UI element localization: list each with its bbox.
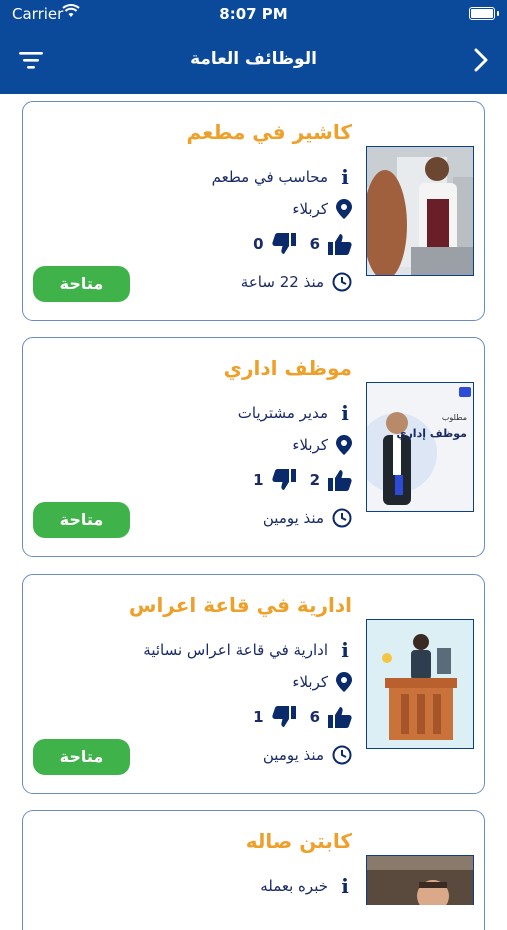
availability-button[interactable]: متاحة xyxy=(33,739,130,775)
thumb-caption-main: موظف إداري xyxy=(396,427,467,440)
job-image: مطلوب موظف إداري xyxy=(366,382,474,512)
job-posted: منذ يومين xyxy=(262,509,324,527)
thumbs-down-icon[interactable] xyxy=(271,706,296,728)
job-posted: منذ 22 ساعة xyxy=(240,273,324,291)
availability-button[interactable]: متاحة xyxy=(33,502,130,538)
clock-icon xyxy=(332,272,352,292)
job-title: موظف اداري xyxy=(223,356,352,380)
job-posted-row: منذ يومين xyxy=(263,508,352,532)
job-title: ادارية في قاعة اعراس xyxy=(128,593,352,617)
info-icon: i xyxy=(341,401,349,425)
job-role-row: i ادارية في قاعة اعراس نسائية xyxy=(143,638,352,662)
clock-time: 8:07 PM xyxy=(219,5,288,23)
dislikes-count: 0 xyxy=(253,235,264,253)
info-icon: i xyxy=(341,874,349,898)
job-card[interactable]: موظف اداري مطلوب موظف إداري i مدير مشتريا… xyxy=(22,337,485,557)
job-image xyxy=(366,619,474,749)
status-bar: Carrier 8:07 PM xyxy=(0,0,507,28)
location-pin-icon xyxy=(336,435,352,455)
dislikes-count: 1 xyxy=(253,471,264,489)
job-role: محاسب في مطعم xyxy=(211,168,328,186)
job-card[interactable]: كابتن صاله i خبره بعمله xyxy=(22,810,485,930)
location-pin-icon xyxy=(336,199,352,219)
likes-count: 2 xyxy=(309,471,320,489)
job-city: كربلاء xyxy=(292,673,328,691)
job-location-row: كربلاء xyxy=(292,435,352,459)
job-role-row: i خبره بعمله xyxy=(260,874,352,898)
dislikes-count: 1 xyxy=(253,708,264,726)
job-city: كربلاء xyxy=(292,436,328,454)
thumbs-down-icon[interactable] xyxy=(271,469,296,491)
job-posted: منذ يومين xyxy=(262,746,324,764)
thumbs-down-icon[interactable] xyxy=(271,233,296,255)
job-location-row: كربلاء xyxy=(292,199,352,223)
likes-count: 6 xyxy=(309,708,320,726)
info-icon: i xyxy=(341,638,349,662)
job-role: ادارية في قاعة اعراس نسائية xyxy=(143,641,328,659)
thumb-caption-top: مطلوب xyxy=(441,413,467,422)
job-card[interactable]: كاشير في مطعم iمحاسب في مطعم كربلاء 60 م… xyxy=(22,101,485,321)
job-image xyxy=(366,146,474,276)
job-votes-row: 60 xyxy=(253,233,352,257)
info-icon: i xyxy=(341,165,349,189)
likes-count: 6 xyxy=(309,235,320,253)
availability-button[interactable]: متاحة xyxy=(33,266,130,302)
location-pin-icon xyxy=(336,672,352,692)
job-votes-row: 21 xyxy=(253,469,352,493)
job-role-row: i محاسب في مطعم xyxy=(212,165,352,189)
page-title: الوظائف العامة xyxy=(190,49,317,69)
job-role-row: i مدير مشتريات xyxy=(238,401,352,425)
job-city: كربلاء xyxy=(292,200,328,218)
chevron-right-icon[interactable] xyxy=(471,47,491,73)
clock-icon xyxy=(332,745,352,765)
job-posted-row: منذ يومين xyxy=(263,745,352,769)
job-posted-row: منذ 22 ساعة xyxy=(241,272,352,296)
job-role: مدير مشتريات xyxy=(237,404,328,422)
job-votes-row: 61 xyxy=(253,706,352,730)
job-image xyxy=(366,855,474,905)
job-location-row: كربلاء xyxy=(292,672,352,696)
job-title: كابتن صاله xyxy=(245,829,352,853)
job-card[interactable]: ادارية في قاعة اعراس i ادارية في قاعة اعر… xyxy=(22,574,485,794)
header-bar: Carrier 8:07 PM الوظائف العامة xyxy=(0,0,507,94)
clock-icon xyxy=(332,508,352,528)
thumbs-up-icon[interactable] xyxy=(328,706,352,728)
job-title: كاشير في مطعم xyxy=(186,120,352,144)
job-role: خبره بعمله xyxy=(260,877,328,895)
thumbs-up-icon[interactable] xyxy=(328,233,352,255)
thumbs-up-icon[interactable] xyxy=(328,469,352,491)
battery-icon xyxy=(469,7,499,20)
